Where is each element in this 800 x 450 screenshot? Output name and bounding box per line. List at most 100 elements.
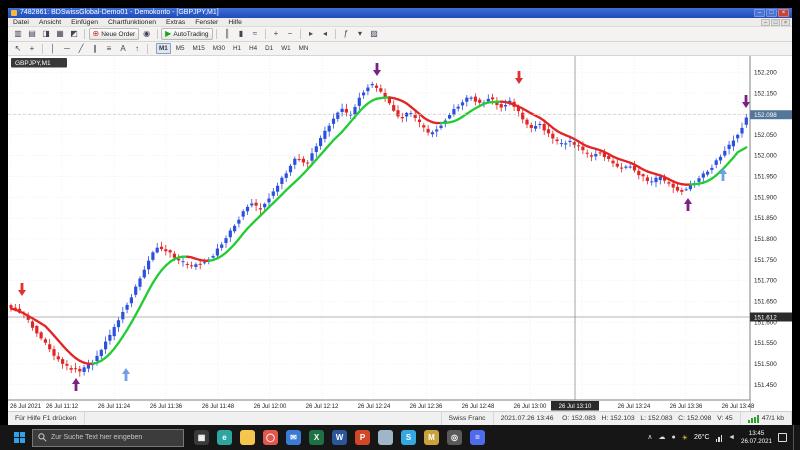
edge-browser-taskbar-button[interactable]: e xyxy=(213,425,236,450)
sell-signal-arrow-stem xyxy=(21,283,24,290)
fibonacci-tool-button[interactable]: ≡ xyxy=(103,43,116,55)
periods-dropdown-button[interactable]: ▾ xyxy=(354,28,367,40)
bar-chart-mode-button[interactable]: ║ xyxy=(221,28,234,40)
terminal-button[interactable]: ▦ xyxy=(54,28,67,40)
indicators-button[interactable]: ƒ xyxy=(340,28,353,40)
menu-hilfe[interactable]: Hilfe xyxy=(223,18,247,27)
horizontal-line-tool-button[interactable]: ─ xyxy=(61,43,74,55)
menu-fenster[interactable]: Fenster xyxy=(190,18,223,27)
candle xyxy=(723,151,726,156)
candle xyxy=(740,128,743,134)
candle xyxy=(113,327,116,336)
action-center-icon[interactable] xyxy=(778,433,787,442)
menu-chartfunktionen[interactable]: Chartfunktionen xyxy=(103,18,161,27)
antivirus-icon[interactable]: ● xyxy=(671,425,675,450)
volume-icon[interactable]: ◄ xyxy=(728,425,735,450)
menu-extras[interactable]: Extras xyxy=(161,18,190,27)
taskbar-apps: ▦e ◯✉XWPSM◎= xyxy=(190,425,489,450)
zoom-out-button[interactable]: − xyxy=(284,28,297,40)
minimize-button[interactable]: – xyxy=(754,9,765,17)
data-window-button[interactable]: ▤ xyxy=(26,28,39,40)
candle xyxy=(229,231,232,238)
menu-datei[interactable]: Datei xyxy=(8,18,34,27)
start-button[interactable] xyxy=(8,425,30,450)
status-ohlcv: O: 152.083 H: 152.103 L: 152.083 C: 152.… xyxy=(556,415,732,422)
trendline-tool-button[interactable]: ╱ xyxy=(75,43,88,55)
market-watch-button[interactable]: ▥ xyxy=(12,28,25,40)
candle xyxy=(728,145,731,149)
candle xyxy=(108,335,111,341)
timeframe-m15-button[interactable]: M15 xyxy=(189,43,208,54)
auto-scroll-button[interactable]: ▸ xyxy=(305,28,318,40)
menu-ansicht[interactable]: Ansicht xyxy=(34,18,66,27)
autotrading-button[interactable]: ▶AutoTrading xyxy=(161,28,212,40)
timeframe-m30-button[interactable]: M30 xyxy=(209,43,228,54)
taskbar-clock[interactable]: 13:45 26.07.2021 xyxy=(741,430,772,445)
status-help: Für Hilfe F1 drücken xyxy=(8,412,85,425)
timeframe-mn-button[interactable]: MN xyxy=(295,43,312,54)
close-button[interactable]: × xyxy=(778,9,789,17)
weather-icon[interactable]: ☀ xyxy=(682,434,688,442)
timeframe-w1-button[interactable]: W1 xyxy=(278,43,294,54)
candle xyxy=(685,189,688,190)
crosshair-tool-button[interactable]: + xyxy=(26,43,39,55)
candlestick-mode-button[interactable]: ▮ xyxy=(235,28,248,40)
candle xyxy=(310,153,313,160)
notepad-taskbar-button[interactable] xyxy=(374,425,397,450)
market-watch-icon: ▥ xyxy=(14,29,22,39)
vertical-line-tool-button[interactable]: │ xyxy=(47,43,60,55)
arrows-tool-button[interactable]: ↑ xyxy=(131,43,144,55)
search-input[interactable] xyxy=(51,434,178,441)
text-tool-button[interactable]: A xyxy=(117,43,130,55)
line-chart-mode-button[interactable]: ≈ xyxy=(249,28,262,40)
chrome-browser-taskbar-button[interactable]: ◯ xyxy=(259,425,282,450)
taskbar-search[interactable] xyxy=(32,429,184,447)
candle xyxy=(452,109,455,115)
file-explorer-icon xyxy=(240,430,255,445)
task-view-taskbar-button[interactable]: ▦ xyxy=(190,425,213,450)
cursor-button[interactable]: ↖ xyxy=(12,43,25,55)
show-desktop-button[interactable] xyxy=(793,425,797,450)
metatrader-taskbar-button[interactable]: M xyxy=(420,425,443,450)
candle xyxy=(353,107,356,115)
autotrading-icon: ▶ xyxy=(165,29,171,39)
zoom-in-button[interactable]: + xyxy=(270,28,283,40)
mail-app-taskbar-button[interactable]: ✉ xyxy=(282,425,305,450)
word-taskbar-button[interactable]: W xyxy=(328,425,351,450)
settings-taskbar-button[interactable]: ◎ xyxy=(443,425,466,450)
chart-shift-button[interactable]: ◂ xyxy=(319,28,332,40)
strategy-tester-button[interactable]: ◩ xyxy=(68,28,81,40)
network-icon[interactable] xyxy=(716,434,723,442)
maximize-button[interactable]: □ xyxy=(766,9,777,17)
candle xyxy=(422,125,425,127)
candle xyxy=(457,107,460,109)
timeframe-d1-button[interactable]: D1 xyxy=(262,43,277,54)
hidden-icons-chevron[interactable]: ∧ xyxy=(647,425,652,450)
timeframe-m5-button[interactable]: M5 xyxy=(172,43,188,54)
skype-taskbar-button[interactable]: S xyxy=(397,425,420,450)
timeframe-h1-button[interactable]: H1 xyxy=(230,43,245,54)
candle xyxy=(680,190,683,192)
timeframe-m1-button[interactable]: M1 xyxy=(156,43,172,54)
chart-restore-button[interactable]: □ xyxy=(771,19,780,26)
chart-minimize-button[interactable]: – xyxy=(761,19,770,26)
onedrive-icon[interactable]: ☁ xyxy=(658,425,665,450)
file-explorer-taskbar-button[interactable] xyxy=(236,425,259,450)
price-chart-canvas[interactable]: 152.200152.150152.100152.050152.000151.9… xyxy=(8,56,792,411)
channel-tool-button[interactable]: ∥ xyxy=(89,43,102,55)
weather-temperature[interactable]: 26°C xyxy=(694,434,710,441)
templates-dropdown-button[interactable]: ▨ xyxy=(368,28,381,40)
menu-einfgen[interactable]: Einfügen xyxy=(66,18,103,27)
chart-close-button[interactable]: × xyxy=(781,19,790,26)
webterminal-button[interactable]: ◉ xyxy=(140,28,153,40)
calculator-taskbar-button[interactable]: = xyxy=(466,425,489,450)
navigator-button[interactable]: ◨ xyxy=(40,28,53,40)
candle xyxy=(530,125,533,128)
excel-taskbar-button[interactable]: X xyxy=(305,425,328,450)
price-axis[interactable] xyxy=(750,56,792,411)
candle xyxy=(732,141,735,147)
powerpoint-taskbar-button[interactable]: P xyxy=(351,425,374,450)
neue-order-button[interactable]: ⊕Neue Order xyxy=(89,28,140,40)
candle xyxy=(401,117,404,118)
timeframe-h4-button[interactable]: H4 xyxy=(246,43,261,54)
